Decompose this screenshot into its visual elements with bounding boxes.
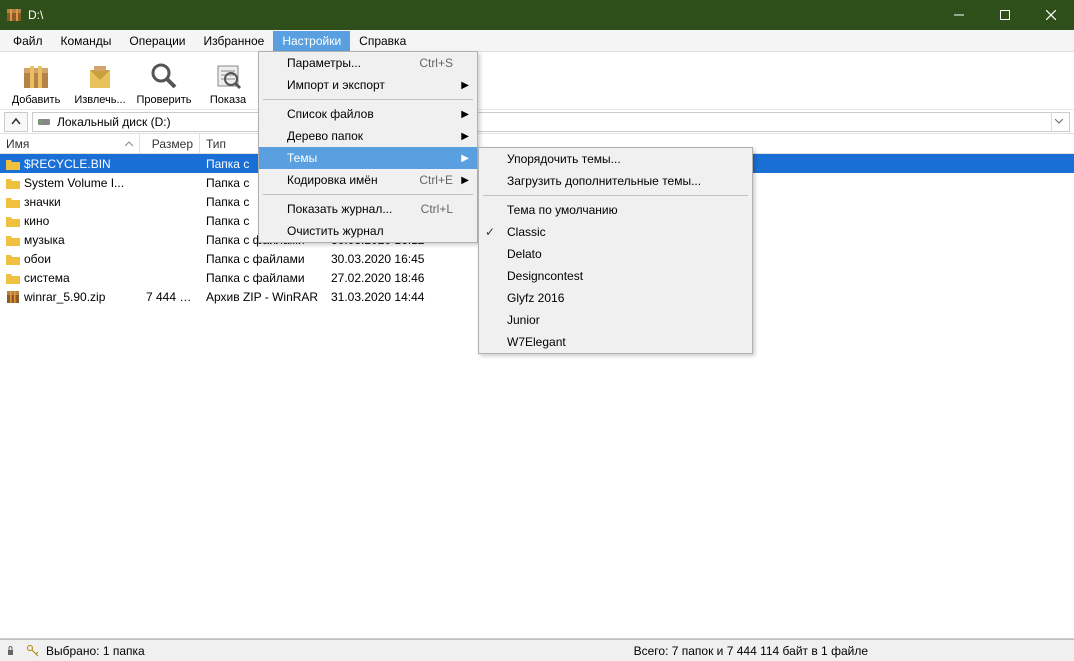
menu-separator bbox=[263, 194, 473, 195]
menu-item[interactable]: Импорт и экспорт▶ bbox=[259, 74, 477, 96]
menu-item[interactable]: Тема по умолчанию bbox=[479, 199, 752, 221]
window-title: D:\ bbox=[28, 8, 936, 22]
themes-submenu: Упорядочить темы...Загрузить дополнитель… bbox=[478, 147, 753, 354]
menu-item[interactable]: Designcontest bbox=[479, 265, 752, 287]
menu-separator bbox=[483, 195, 748, 196]
submenu-arrow-icon: ▶ bbox=[461, 153, 469, 164]
settings-menu: Параметры...Ctrl+SИмпорт и экспорт▶ Списо… bbox=[258, 51, 478, 243]
drive-icon bbox=[37, 115, 51, 129]
submenu-arrow-icon: ▶ bbox=[461, 131, 469, 142]
menu-item[interactable]: Кодировка имёнCtrl+E▶ bbox=[259, 169, 477, 191]
app-icon bbox=[6, 7, 22, 23]
menu-избранное[interactable]: Избранное bbox=[195, 31, 274, 51]
column-name[interactable]: Имя bbox=[0, 134, 140, 153]
menu-команды[interactable]: Команды bbox=[52, 31, 121, 51]
folder-icon bbox=[6, 233, 20, 247]
toolbar-test[interactable]: Проверить bbox=[132, 54, 196, 108]
folder-icon bbox=[6, 252, 20, 266]
menu-настройки[interactable]: Настройки bbox=[273, 31, 350, 51]
menu-item[interactable]: Параметры...Ctrl+S bbox=[259, 52, 477, 74]
folder-icon bbox=[6, 157, 20, 171]
menu-item[interactable]: Список файлов▶ bbox=[259, 103, 477, 125]
folder-icon bbox=[6, 271, 20, 285]
menu-item[interactable]: Упорядочить темы... bbox=[479, 148, 752, 170]
view-icon bbox=[212, 60, 244, 92]
add-icon bbox=[20, 60, 52, 92]
check-icon: ✓ bbox=[485, 225, 495, 239]
pathbar: Локальный диск (D:) bbox=[0, 110, 1074, 134]
statusbar: Выбрано: 1 папка Всего: 7 папок и 7 444 … bbox=[0, 639, 1074, 661]
menubar: ФайлКомандыОперацииИзбранноеНастройкиСпр… bbox=[0, 30, 1074, 52]
path-text: Локальный диск (D:) bbox=[57, 115, 1045, 129]
menu-item[interactable]: ✓Classic bbox=[479, 221, 752, 243]
path-dropdown-icon[interactable] bbox=[1051, 113, 1065, 131]
status-key-icon bbox=[26, 644, 40, 658]
menu-item[interactable]: Дерево папок▶ bbox=[259, 125, 477, 147]
minimize-button[interactable] bbox=[936, 0, 982, 30]
test-icon bbox=[148, 60, 180, 92]
status-right: Всего: 7 папок и 7 444 114 байт в 1 файл… bbox=[634, 644, 1068, 658]
column-size[interactable]: Размер bbox=[140, 134, 200, 153]
menu-item[interactable]: Темы▶ bbox=[259, 147, 477, 169]
submenu-arrow-icon: ▶ bbox=[461, 109, 469, 120]
menu-item[interactable]: Показать журнал...Ctrl+L bbox=[259, 198, 477, 220]
folder-icon bbox=[6, 195, 20, 209]
menu-операции[interactable]: Операции bbox=[120, 31, 194, 51]
toolbar-extract[interactable]: Извлечь... bbox=[68, 54, 132, 108]
menu-separator bbox=[263, 99, 473, 100]
zip-icon bbox=[6, 290, 20, 304]
sort-icon bbox=[125, 141, 133, 147]
menu-файл[interactable]: Файл bbox=[4, 31, 52, 51]
submenu-arrow-icon: ▶ bbox=[461, 80, 469, 91]
folder-icon bbox=[6, 176, 20, 190]
folder-icon bbox=[6, 214, 20, 228]
menu-item[interactable]: W7Elegant bbox=[479, 331, 752, 353]
submenu-arrow-icon: ▶ bbox=[461, 175, 469, 186]
toolbar: ДобавитьИзвлечь...ПроверитьПоказаiмацияИ… bbox=[0, 52, 1074, 110]
toolbar-add[interactable]: Добавить bbox=[4, 54, 68, 108]
titlebar: D:\ bbox=[0, 0, 1074, 30]
status-lock-icon bbox=[6, 644, 20, 658]
close-button[interactable] bbox=[1028, 0, 1074, 30]
menu-item[interactable]: Junior bbox=[479, 309, 752, 331]
menu-item[interactable]: Загрузить дополнительные темы... bbox=[479, 170, 752, 192]
up-button[interactable] bbox=[4, 112, 28, 132]
path-combo[interactable]: Локальный диск (D:) bbox=[32, 112, 1070, 132]
menu-item[interactable]: Glyfz 2016 bbox=[479, 287, 752, 309]
menu-справка[interactable]: Справка bbox=[350, 31, 415, 51]
extract-icon bbox=[84, 60, 116, 92]
toolbar-view[interactable]: Показа bbox=[196, 54, 260, 108]
maximize-button[interactable] bbox=[982, 0, 1028, 30]
status-left: Выбрано: 1 папка bbox=[46, 644, 145, 658]
menu-item[interactable]: Delato bbox=[479, 243, 752, 265]
menu-item[interactable]: Очистить журнал bbox=[259, 220, 477, 242]
